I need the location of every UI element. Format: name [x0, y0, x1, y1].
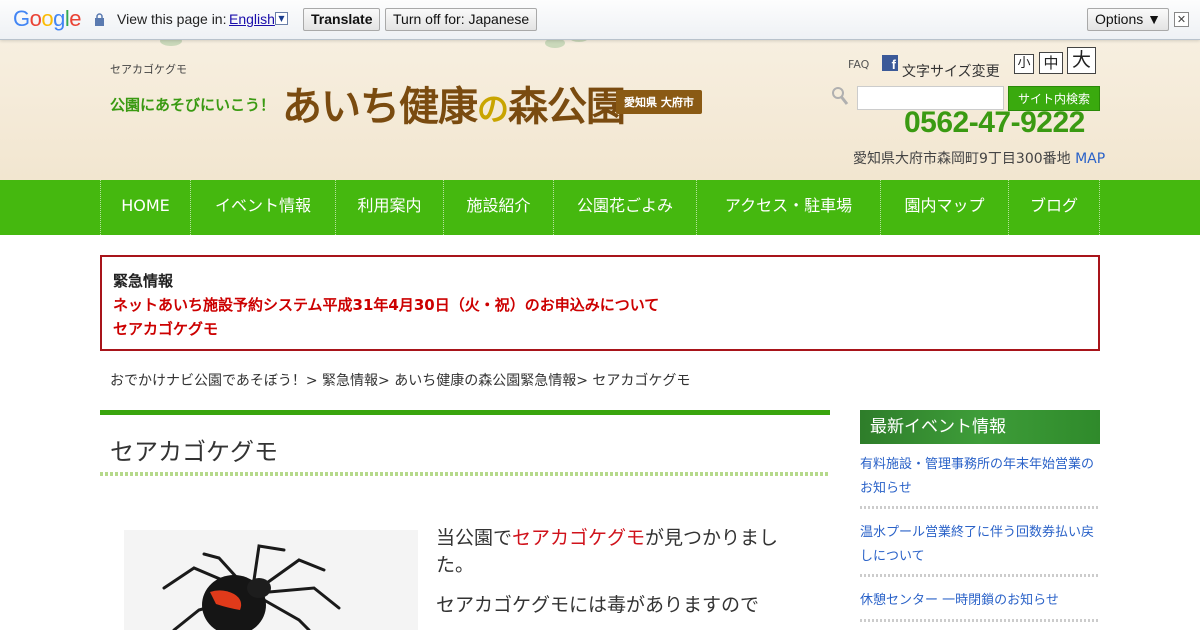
site-logo[interactable]: あいち健康の森公園: [282, 74, 626, 132]
faq-link[interactable]: FAQ: [848, 58, 869, 71]
sidebar-heading: 最新イベント情報: [860, 410, 1100, 444]
nav-item-access[interactable]: アクセス・駐車場: [696, 180, 880, 235]
fontsize-medium-button[interactable]: 中: [1039, 52, 1063, 74]
google-logo: Google: [13, 6, 82, 31]
sidebar-item[interactable]: 有料施設・管理事務所の年末年始営業の お知らせ: [860, 453, 1100, 501]
page-title: セアカゴケグモ: [110, 438, 278, 466]
phone-number: 0562-47-9222: [904, 106, 1085, 139]
body-paragraph-line2: た。: [436, 554, 475, 576]
map-link[interactable]: MAP: [1075, 151, 1105, 167]
nav-item-blog[interactable]: ブログ: [1008, 180, 1100, 235]
nav-item-home[interactable]: HOME: [100, 180, 190, 235]
translate-button[interactable]: Translate: [303, 8, 381, 31]
highlighted-term: セアカゴケグモ: [512, 527, 646, 549]
main-nav: HOME イベント情報 利用案内 施設紹介 公園花ごよみ アクセス・駐車場 園内…: [0, 180, 1200, 235]
emergency-link[interactable]: ネットあいち施設予約システム平成31年4月30日（火・祝）のお申込みについて: [113, 294, 659, 315]
fontsize-small-button[interactable]: 小: [1014, 54, 1034, 74]
body-paragraph: セアカゴケグモには毒がありますので: [436, 594, 760, 616]
sidebar-divider: [860, 619, 1100, 622]
facebook-icon[interactable]: f: [882, 55, 898, 71]
emergency-title: 緊急情報: [113, 272, 174, 290]
body-paragraph: 当公園でセアカゴケグモが見つかりまし: [436, 527, 779, 549]
fontsize-large-button[interactable]: 大: [1067, 47, 1096, 74]
search-icon: [832, 87, 849, 105]
location-badge: 愛知県 大府市: [616, 90, 702, 114]
turn-off-button[interactable]: Turn off for: Japanese: [385, 8, 538, 31]
site-header: セアカゴケグモ 公園にあそびにいこう！ あいち健康の森公園 愛知県 大府市 FA…: [0, 34, 1200, 180]
emergency-box: 緊急情報 ネットあいち施設予約システム平成31年4月30日（火・祝）のお申込みに…: [100, 255, 1100, 351]
translate-bar: Google View this page in: English ▼ Tran…: [0, 0, 1200, 40]
nav-item-flowers[interactable]: 公園花ごよみ: [553, 180, 696, 235]
breadcrumb[interactable]: おでかけナビ公園であそぼう！> 緊急情報> あいち健康の森公園緊急情報> セアカ…: [110, 370, 690, 390]
language-link[interactable]: English: [229, 11, 275, 27]
sidebar-divider: [860, 574, 1100, 577]
fontsize-label: 文字サイズ変更: [902, 64, 1000, 80]
nav-item-facilities[interactable]: 施設紹介: [443, 180, 553, 235]
sidebar-item[interactable]: 休憩センター 一時閉鎖のお知らせ: [860, 589, 1100, 613]
spider-photo: [124, 530, 418, 630]
lock-icon: [95, 13, 104, 26]
translate-prompt: View this page in:: [117, 11, 227, 27]
nav-item-guide[interactable]: 利用案内: [335, 180, 443, 235]
close-icon[interactable]: ✕: [1174, 12, 1189, 27]
site-name-small: セアカゴケグモ: [110, 63, 187, 76]
nav-item-map[interactable]: 園内マップ: [880, 180, 1008, 235]
title-bar: [100, 410, 830, 415]
options-button[interactable]: Options ▼: [1087, 8, 1169, 31]
sidebar-divider: [860, 506, 1100, 509]
language-dropdown-icon[interactable]: ▼: [275, 12, 288, 25]
title-divider: [100, 472, 830, 476]
emergency-link[interactable]: セアカゴケグモ: [113, 318, 218, 339]
tagline: 公園にあそびにいこう！: [110, 96, 276, 114]
nav-item-events[interactable]: イベント情報: [190, 180, 335, 235]
address: 愛知県大府市森岡町9丁目300番地 MAP: [853, 151, 1106, 167]
sidebar-item[interactable]: 温水プール営業終了に伴う回数券払い戻 しについて: [860, 521, 1100, 569]
